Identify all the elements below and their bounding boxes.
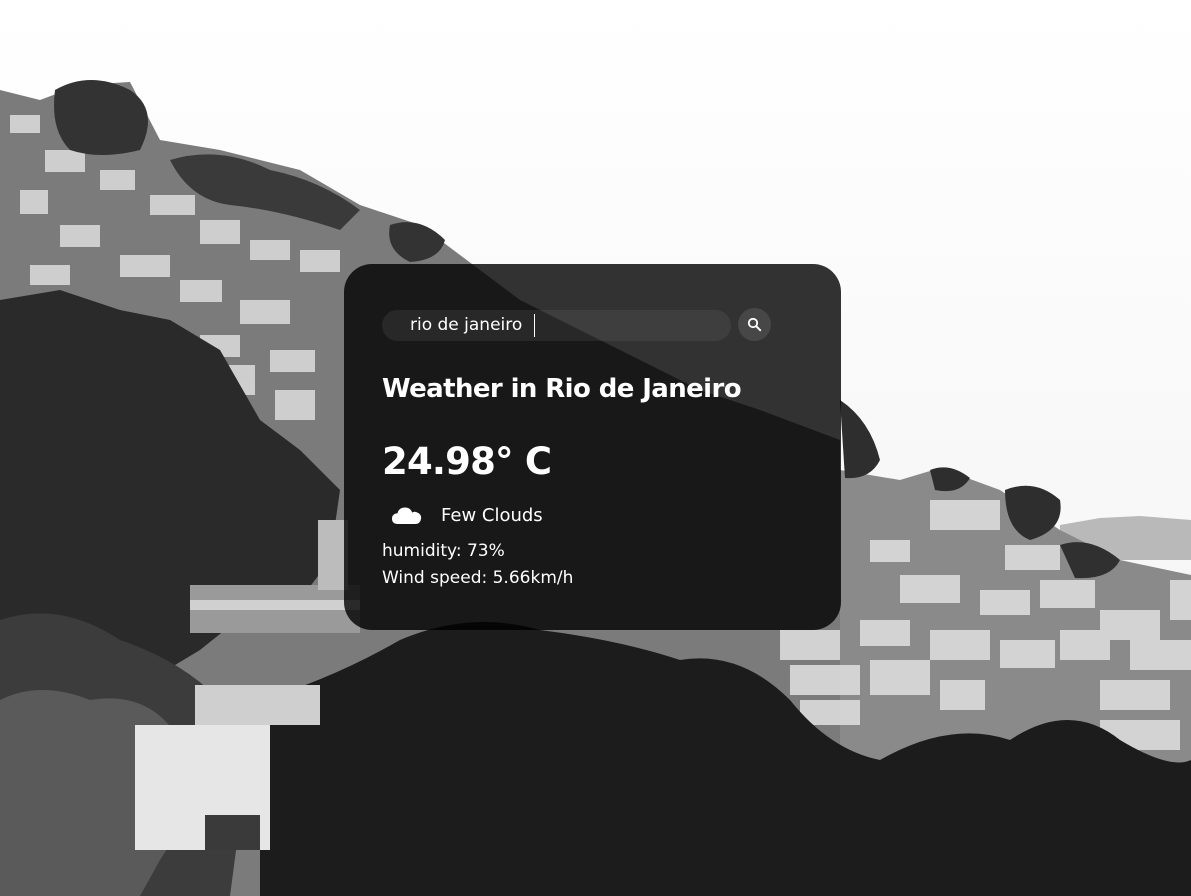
- weather-condition: Few Clouds: [390, 502, 543, 528]
- search-icon: [747, 317, 762, 332]
- search-input[interactable]: [382, 310, 731, 341]
- city-title: Weather in Rio de Janeiro: [382, 374, 742, 404]
- search-bar: [382, 308, 772, 343]
- humidity-text: humidity: 73%: [382, 541, 505, 561]
- weather-card: Weather in Rio de Janeiro 24.98° C Few C…: [344, 264, 841, 630]
- temperature: 24.98° C: [382, 440, 552, 483]
- wind-speed-text: Wind speed: 5.66km/h: [382, 568, 574, 588]
- cloud-icon: [392, 507, 422, 524]
- text-caret: [534, 314, 535, 337]
- search-button[interactable]: [738, 308, 771, 341]
- weather-description: Few Clouds: [441, 504, 543, 526]
